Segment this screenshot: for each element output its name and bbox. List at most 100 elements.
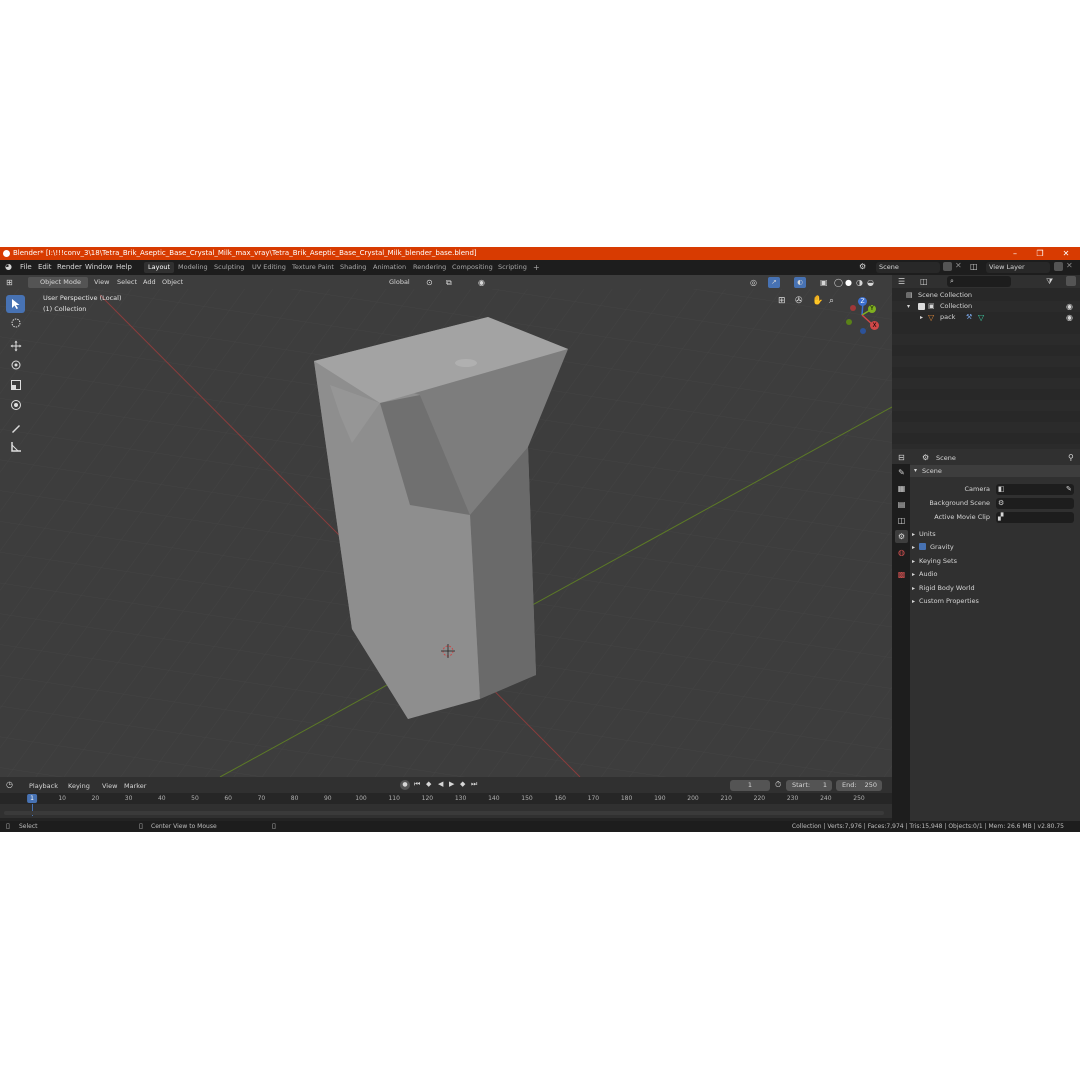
pan-hand-icon[interactable]: ✋ <box>812 296 824 308</box>
delete-view-layer-button[interactable]: ✕ <box>1066 261 1073 270</box>
camera-toggle-icon[interactable]: ⊞ <box>778 296 790 308</box>
minimize-button[interactable]: – <box>1004 247 1026 260</box>
zoom-icon[interactable]: ⌕ <box>829 296 841 308</box>
maximize-button[interactable]: ❐ <box>1029 247 1051 260</box>
navigation-gizmo[interactable]: Z Y X <box>842 295 882 337</box>
jump-start-icon[interactable]: ⏮ <box>414 780 420 789</box>
solid-shading-icon[interactable]: ● <box>845 277 852 288</box>
menu-object[interactable]: Object <box>162 277 183 288</box>
tab-texture-paint[interactable]: Texture Paint <box>288 262 338 273</box>
tab-shading[interactable]: Shading <box>336 262 370 273</box>
gizmo-y-axis[interactable]: Y <box>868 305 876 313</box>
stopwatch-icon[interactable]: ⏱ <box>775 780 781 790</box>
3d-viewport[interactable]: ⊞ Object Mode View Select Add Object Glo… <box>0 275 892 777</box>
select-tool-button[interactable] <box>6 295 25 313</box>
timeline-editor-icon[interactable]: ◷ <box>6 780 13 789</box>
new-scene-button[interactable] <box>943 262 952 271</box>
frame-ruler[interactable]: 1 10 20 30 40 50 60 70 80 90 100 110 120 130 140 150 160… <box>0 793 892 804</box>
background-scene-field[interactable]: ⚙ <box>996 498 1074 509</box>
texture-tab-icon[interactable]: ▩ <box>895 568 908 581</box>
pin-icon[interactable]: ⚲ <box>1068 453 1074 462</box>
outliner[interactable]: ☰ ◫ ⌕ ⧩ ▤ Scene Collection ▾ ▣ Collectio… <box>892 275 1080 449</box>
wireframe-shading-icon[interactable]: ◯ <box>834 277 843 288</box>
delete-scene-button[interactable]: ✕ <box>955 261 962 270</box>
play-icon[interactable]: ▶ <box>449 780 454 788</box>
gizmo-toggle-icon[interactable]: ↗ <box>768 277 780 288</box>
play-reverse-icon[interactable]: ◀ <box>438 780 443 788</box>
timeline-menu-view[interactable]: View <box>102 782 117 790</box>
next-keyframe-icon[interactable]: ◆ <box>460 780 465 788</box>
menu-view[interactable]: View <box>94 277 109 288</box>
expand-arrow-icon[interactable]: ▸ <box>920 312 923 323</box>
timeline-menu-playback[interactable]: Playback <box>29 782 58 790</box>
transform-tool-button[interactable] <box>6 396 25 414</box>
annotate-tool-button[interactable] <box>6 419 25 437</box>
tab-layout[interactable]: Layout <box>144 262 175 273</box>
prev-keyframe-icon[interactable]: ◆ <box>426 780 431 788</box>
eyedropper-icon[interactable]: ✎ <box>1066 484 1072 495</box>
tab-compositing[interactable]: Compositing <box>448 262 497 273</box>
active-movie-clip-field[interactable]: ▞ <box>996 512 1074 523</box>
world-tab-icon[interactable]: ◍ <box>895 546 908 559</box>
scene-tab-icon[interactable]: ⚙ <box>895 530 908 543</box>
timeline-scrollbar[interactable] <box>4 811 884 815</box>
view-layer-selector[interactable]: View Layer <box>986 262 1050 273</box>
gizmo-x-axis[interactable]: X <box>870 321 879 330</box>
gizmo-z-axis[interactable]: Z <box>858 297 867 306</box>
camera-field[interactable]: ◧ ✎ <box>996 484 1074 495</box>
mode-dropdown[interactable]: Object Mode <box>28 277 88 288</box>
gravity-panel[interactable]: ▸ Gravity <box>912 541 1080 553</box>
scene-selector[interactable]: Scene <box>876 262 940 273</box>
tab-modeling[interactable]: Modeling <box>174 262 212 273</box>
outliner-row-collection[interactable]: ▾ ▣ Collection ◉ <box>892 301 1080 312</box>
menu-add[interactable]: Add <box>143 277 156 288</box>
menu-render[interactable]: Render <box>57 263 82 271</box>
properties-editor-icon[interactable]: ⊟ <box>898 453 905 462</box>
current-frame-field[interactable]: 1 <box>730 780 770 791</box>
end-frame-field[interactable]: End: 250 <box>836 780 882 791</box>
editor-type-icon[interactable]: ⊞ <box>6 277 13 288</box>
eye-icon[interactable]: ◉ <box>1066 301 1073 312</box>
filter-icon[interactable]: ⧩ <box>1046 277 1053 287</box>
rotate-tool-button[interactable] <box>6 356 25 374</box>
gizmo-neg-x[interactable] <box>850 305 856 311</box>
gizmo-neg-y[interactable] <box>846 319 852 325</box>
move-tool-button[interactable] <box>6 337 25 355</box>
xray-icon[interactable]: ▣ <box>820 277 828 288</box>
visibility-icon[interactable]: ◎ <box>750 277 757 288</box>
menu-select[interactable]: Select <box>117 277 137 288</box>
custom-properties-panel[interactable]: ▸ Custom Properties <box>912 595 1080 607</box>
scene-panel-header[interactable]: ▾ Scene <box>910 465 1080 477</box>
outliner-row-pack[interactable]: ▸ ▽ pack ⚒ ▽ ◉ <box>892 312 1080 323</box>
blender-menu-icon[interactable]: ◕ <box>5 262 12 271</box>
timeline-menu-marker[interactable]: Marker <box>124 782 146 790</box>
proportional-edit-icon[interactable]: ◉ <box>478 277 485 288</box>
eye-icon[interactable]: ◉ <box>1066 312 1073 323</box>
tool-tab-icon[interactable]: ✎ <box>895 466 908 479</box>
rigid-body-world-panel[interactable]: ▸ Rigid Body World <box>912 582 1080 594</box>
overlay-toggle-icon[interactable]: ◐ <box>794 277 806 288</box>
measure-tool-button[interactable] <box>6 438 25 456</box>
keying-sets-panel[interactable]: ▸ Keying Sets <box>912 555 1080 567</box>
record-button[interactable]: ● <box>400 780 410 790</box>
menu-edit[interactable]: Edit <box>38 263 52 271</box>
gravity-checkbox[interactable] <box>919 543 927 550</box>
menu-file[interactable]: File <box>20 263 32 271</box>
cursor-tool-button[interactable] <box>6 314 25 332</box>
tab-animation[interactable]: Animation <box>369 262 410 273</box>
audio-panel[interactable]: ▸ Audio <box>912 568 1080 580</box>
units-panel[interactable]: ▸ Units <box>912 528 1080 540</box>
material-shading-icon[interactable]: ◑ <box>856 277 863 288</box>
expand-arrow-icon[interactable]: ▾ <box>907 301 910 312</box>
new-collection-button[interactable] <box>1066 276 1076 286</box>
display-mode-icon[interactable]: ◫ <box>920 277 928 286</box>
properties-editor[interactable]: ⊟ ⚙ Scene ⚲ ✎ ▦ ▤ ◫ ⚙ ◍ ▩ ▾ Scene Camera… <box>892 451 1080 832</box>
pivot-icon[interactable]: ⊙ <box>426 277 433 288</box>
tab-scripting[interactable]: Scripting <box>494 262 531 273</box>
timeline[interactable]: ◷ Playback Keying View Marker ● ⏮ ◆ ◀ ▶ … <box>0 777 892 818</box>
scale-tool-button[interactable] <box>6 376 25 394</box>
camera-view-icon[interactable]: ✇ <box>795 296 807 308</box>
menu-help[interactable]: Help <box>116 263 132 271</box>
add-workspace-button[interactable]: + <box>529 262 544 273</box>
rendered-shading-icon[interactable]: ◒ <box>867 277 874 288</box>
